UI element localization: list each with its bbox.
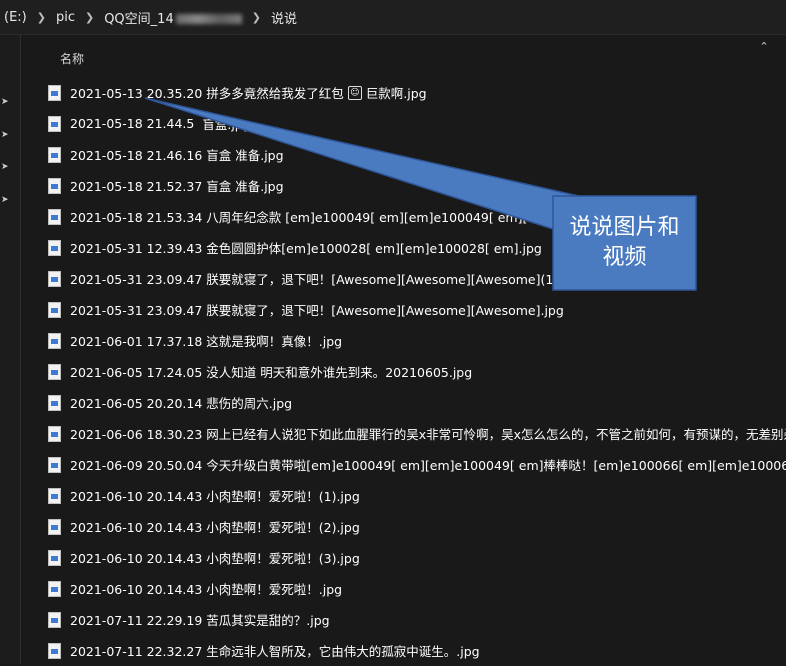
callout-text: 说说图片和 视频 bbox=[553, 196, 696, 290]
callout-line2: 视频 bbox=[602, 245, 647, 270]
callout-arrow bbox=[144, 97, 585, 231]
callout-line1: 说说图片和 bbox=[569, 215, 680, 240]
annotation-callout bbox=[144, 97, 697, 291]
